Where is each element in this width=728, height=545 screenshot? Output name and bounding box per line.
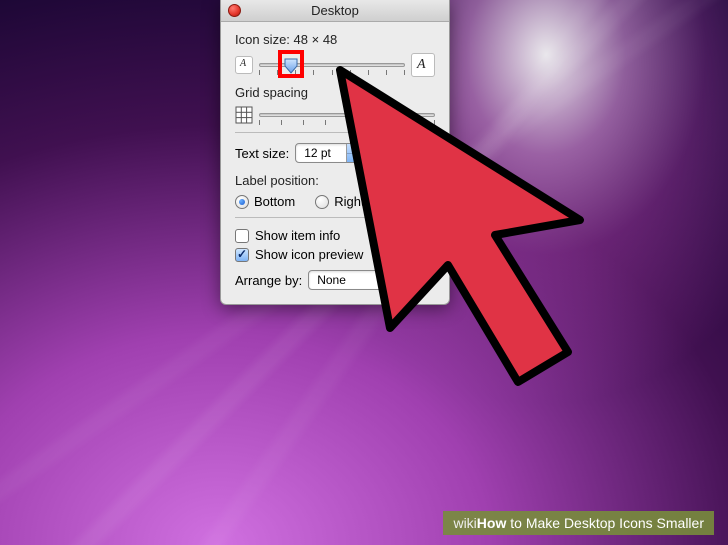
grid-spacing-slider[interactable] [259,106,435,124]
icon-size-min-icon [235,56,253,74]
titlebar[interactable]: Desktop [221,0,449,22]
check-show-item-info[interactable]: Show item info [235,228,435,243]
grid-spacing-label: Grid spacing [235,85,435,100]
stepper-icon[interactable]: ▲▼ [346,144,362,162]
arrange-by-label: Arrange by: [235,273,302,288]
watermark: wikiHow to Make Desktop Icons Smaller [443,511,714,535]
icon-size-slider[interactable] [259,56,405,74]
check-show-icon-preview[interactable]: Show icon preview [235,247,435,262]
close-button[interactable] [228,4,241,17]
separator [235,132,435,133]
radio-right[interactable]: Right [315,194,364,209]
text-size-label: Text size: [235,146,289,161]
icon-size-max-icon [411,53,435,77]
slider-thumb[interactable] [284,58,298,74]
radio-dot-icon [315,195,329,209]
window-title: Desktop [311,3,359,18]
stepper-icon[interactable]: ▲▼ [383,271,399,289]
label-position-label: Label position: [235,173,435,188]
separator [235,217,435,218]
arrange-by-select[interactable]: None ▲▼ [308,270,400,290]
grid-icon [235,106,253,124]
icon-size-label: Icon size: 48 × 48 [235,32,435,47]
radio-dot-icon [235,195,249,209]
view-options-panel: Desktop Icon size: 48 × 48 [220,0,450,305]
text-size-select[interactable]: 12 pt ▲▼ [295,143,363,163]
checkbox-icon [235,248,249,262]
checkbox-icon [235,229,249,243]
radio-bottom[interactable]: Bottom [235,194,295,209]
